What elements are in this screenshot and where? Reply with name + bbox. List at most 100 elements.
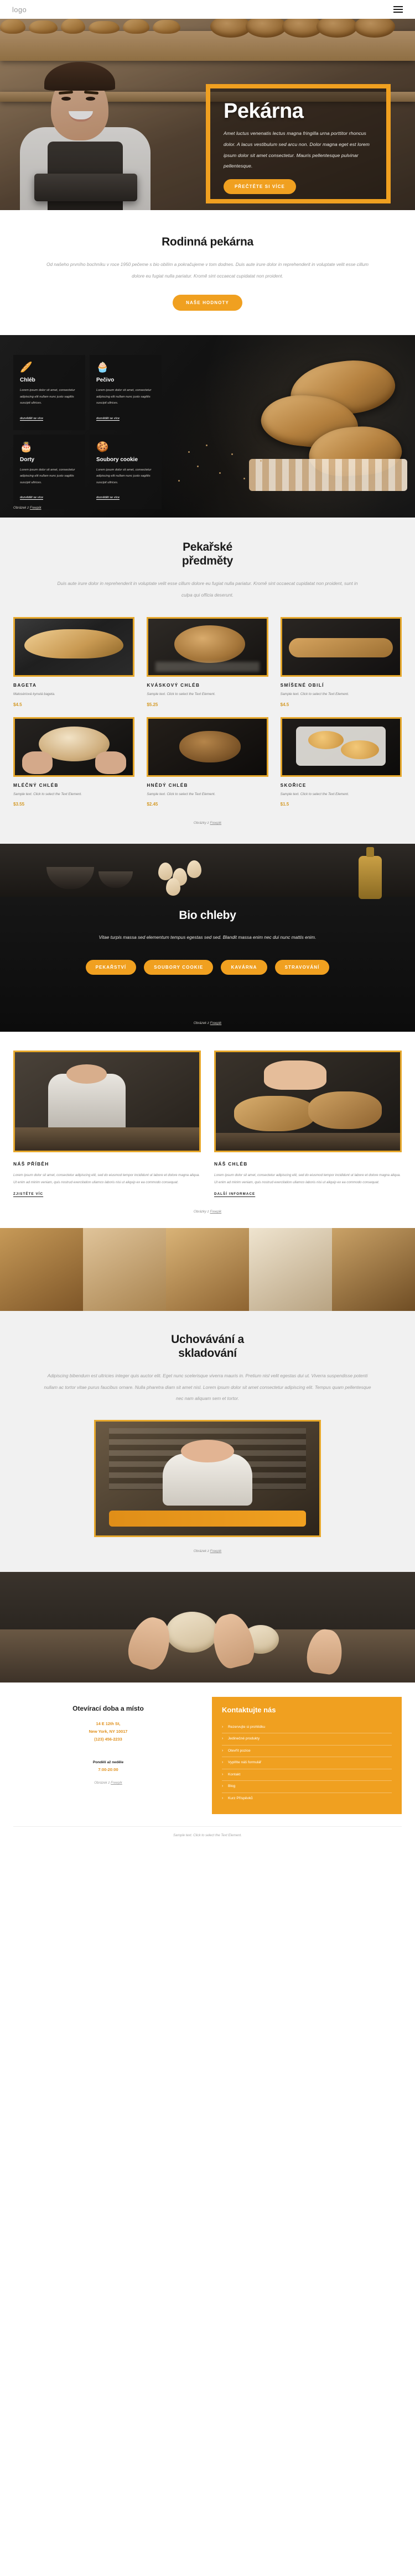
hours-label: Pondělí až neděle [92,1760,124,1765]
contact-link[interactable]: Blog [222,1781,392,1793]
contact-link[interactable]: Jedinečné produkty [222,1733,392,1746]
freepik-link[interactable]: Freepik [210,1549,222,1553]
product-card[interactable]: KVÁSKOVÝ CHLÉB Sample text. Click to sel… [147,617,268,707]
phone-number[interactable]: (123) 456-2233 [23,1736,193,1743]
product-price: $2.45 [147,802,158,807]
category-card[interactable]: 🧁 Pečivo Lorem ipsum dolor sit amet, con… [90,355,162,430]
cupcake-icon: 🧁 [96,362,109,373]
hero-cta-button[interactable]: PŘEČTĚTE SI VÍCE [224,179,296,195]
family-bakery-section: Rodinná pekárna Od našeho prvního bochní… [0,210,415,336]
bio-breads-section: Bio chleby Vitae turpis massa sed elemen… [0,844,415,1032]
hours-card: Otevírací doba a místo 14 E 12th St, New… [13,1697,203,1815]
gallery-image [332,1228,415,1311]
family-title: Rodinná pekárna [162,236,253,248]
dough-banner-image [0,1572,415,1683]
story-link[interactable]: DALŠÍ INFORMACE [214,1192,255,1196]
category-text: Lorem ipsum dolor sit amet, consectetur … [96,468,152,484]
category-card[interactable]: 🍪 Soubory cookie Lorem ipsum dolor sit a… [90,434,162,509]
bio-button-cookies[interactable]: SOUBORY COOKIE [144,960,214,975]
freepik-link[interactable]: Freepik [210,1021,222,1025]
bread-baguette-icon: 🥖 [20,362,33,373]
product-image [13,717,135,777]
hero-title: Pekárna [224,100,304,123]
bio-button-kavarna[interactable]: KAVÁRNA [221,960,267,975]
site-logo[interactable]: logo [12,6,27,14]
product-card[interactable]: SMÍŠENÉ OBILÍ Sample text. Click to sele… [280,617,402,707]
product-card[interactable]: SKOŘICE Sample text. Click to select the… [280,717,402,807]
site-header: logo [0,0,415,19]
hamburger-menu-icon[interactable] [393,6,403,13]
category-title: Dorty [20,456,35,463]
family-paragraph: Od našeho prvního bochníku v roce 1950 p… [46,261,369,279]
product-image [280,617,402,677]
product-desc: Sample text. Click to select the Text El… [280,792,349,796]
page-root: logo Pekárna Amet luctus venenatis lectu… [0,0,415,1846]
story-link[interactable]: ZJISTĚTE VÍC [13,1192,43,1196]
gallery-image [83,1228,166,1311]
hero-content-frame: Pekárna Amet luctus venenatis lectus mag… [206,84,391,203]
story-text: Lorem ipsum dolor sit amet, consectetur … [214,1173,401,1185]
product-desc: Sample text. Click to select the Text El… [147,792,216,796]
category-title: Pečivo [96,377,115,384]
bio-button-pekarstvi[interactable]: PEKAŘSTVÍ [85,960,137,975]
product-desc: Sample text. Click to select the Text El… [13,792,82,796]
image-credit: Obrázky z Freepik [193,1210,222,1214]
product-card[interactable]: BAGETA Malosériová kynutá bageta. $4.5 [13,617,135,707]
freepik-link[interactable]: Freepik [210,1210,221,1214]
story-column: NÁŠ PŘÍBĚH Lorem ipsum dolor sit amet, c… [13,1051,201,1198]
category-link[interactable]: dozvědět se více [20,496,43,499]
bio-paragraph: Vitae turpis massa sed elementum tempus … [98,934,317,940]
category-link[interactable]: dozvědět se více [20,417,43,420]
product-name: SKOŘICE [280,782,307,788]
gallery-image [249,1228,332,1311]
family-cta-button[interactable]: NAŠE HODNOTY [173,295,242,311]
product-name: BAGETA [13,683,37,688]
category-card[interactable]: 🎂 Dorty Lorem ipsum dolor sit amet, cons… [13,434,85,509]
contact-link[interactable]: Otevřít pozice [222,1746,392,1758]
cake-icon: 🎂 [20,441,33,452]
product-name: MLÉČNÝ CHLÉB [13,782,59,788]
contact-link[interactable]: Vyplňte náš formulář [222,1757,392,1769]
freepik-link[interactable]: Freepik [111,1781,122,1785]
product-image [147,617,268,677]
footer-bottom-text: Sample text. Click to select the Text El… [13,1826,402,1845]
storage-image [94,1420,321,1538]
product-price: $4.5 [13,702,22,707]
image-credit: Obrázky z Freepik [193,821,222,825]
products-section: Pekařské předměty Duis aute irure dolor … [0,518,415,844]
category-link[interactable]: dozvědět se více [96,496,120,499]
contact-title: Kontaktujte nás [222,1706,276,1715]
product-card[interactable]: MLÉČNÝ CHLÉB Sample text. Click to selec… [13,717,135,807]
bio-button-stravovani[interactable]: STRAVOVÁNÍ [274,960,330,975]
category-link[interactable]: dozvědět se více [96,417,120,420]
freepik-link[interactable]: Freepik [210,821,221,825]
product-desc: Sample text. Click to select the Text El… [147,692,216,697]
story-image [214,1051,402,1153]
product-price: $4.5 [280,702,289,707]
contact-link[interactable]: Rezervujte si prohlídku [222,1722,392,1734]
contact-link[interactable]: Kontakt [222,1769,392,1781]
product-name: HNĚDÝ CHLÉB [147,782,188,788]
category-title: Soubory cookie [96,456,138,463]
storage-title-line1: Uchovávání a [171,1333,244,1346]
address-line-1: 14 E 12th St, [96,1721,121,1727]
bread-photo [239,354,407,492]
product-card[interactable]: HNĚDÝ CHLÉB Sample text. Click to select… [147,717,268,807]
products-title-line2: předměty [181,555,234,567]
products-paragraph: Duis aute irure dolor in reprehenderit i… [57,580,358,598]
story-image [13,1051,201,1153]
gallery-image [0,1228,83,1311]
contact-card: Kontaktujte nás Rezervujte si prohlídku … [212,1697,402,1815]
contact-link-list: Rezervujte si prohlídku Jedinečné produk… [222,1722,392,1805]
category-card[interactable]: 🥖 Chléb Lorem ipsum dolor sit amet, cons… [13,355,85,430]
hero-paragraph: Amet luctus venenatis lectus magna fring… [224,130,370,169]
contact-link[interactable]: Kurz Příspěvků [222,1793,392,1805]
product-name: SMÍŠENÉ OBILÍ [280,683,324,688]
product-name: KVÁSKOVÝ CHLÉB [147,683,200,688]
product-image [280,717,402,777]
freepik-link[interactable]: Freepik [30,506,42,510]
product-price: $3.55 [13,802,25,807]
image-credit: Obrázek z Freepik [193,1549,222,1554]
story-column: NÁŠ CHLÉB Lorem ipsum dolor sit amet, co… [214,1051,402,1198]
product-grid: BAGETA Malosériová kynutá bageta. $4.5 K… [0,600,415,807]
